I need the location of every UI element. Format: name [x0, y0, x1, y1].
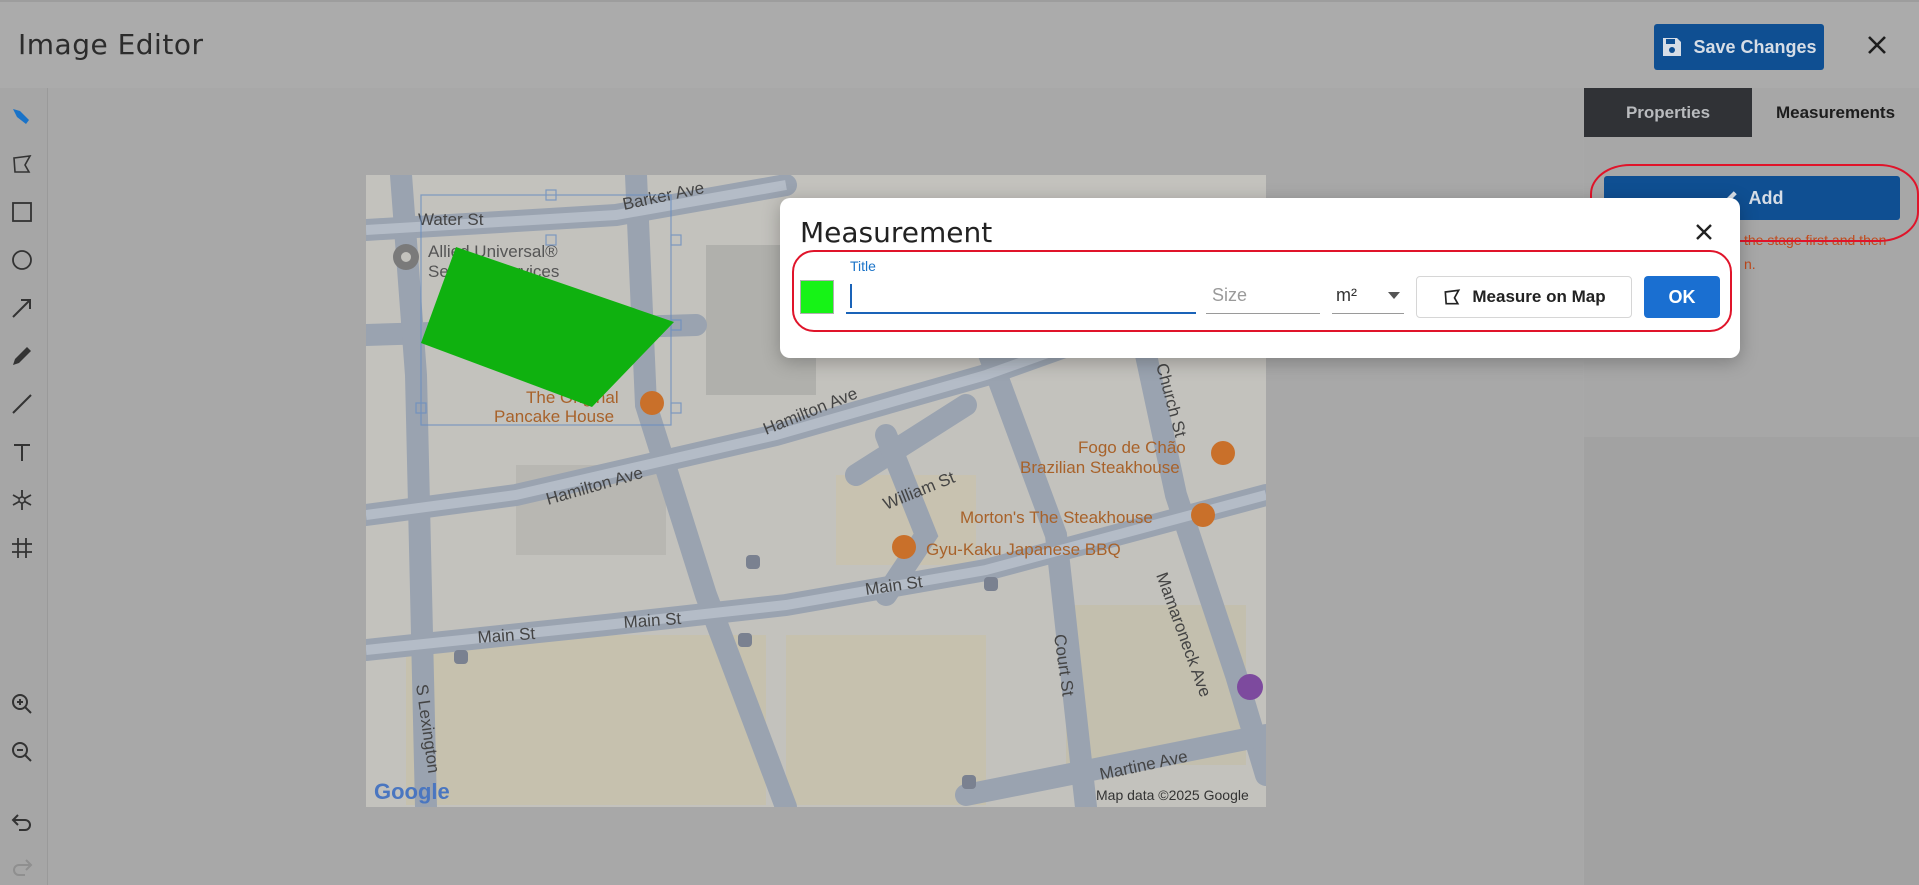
- google-logo: Google: [374, 779, 450, 804]
- save-changes-button[interactable]: Save Changes: [1654, 24, 1824, 70]
- chevron-down-icon: [1388, 292, 1400, 299]
- svg-text:Main St: Main St: [623, 609, 682, 632]
- svg-text:Brazilian Steakhouse: Brazilian Steakhouse: [1020, 458, 1180, 477]
- text-cursor: [850, 284, 852, 308]
- zoom-in-icon[interactable]: [8, 690, 36, 718]
- measure-on-map-label: Measure on Map: [1472, 287, 1606, 306]
- editor-header: Image Editor Save Changes: [0, 0, 1919, 88]
- line-icon[interactable]: [8, 390, 36, 418]
- measure-on-map-button[interactable]: Measure on Map: [1416, 276, 1632, 318]
- undo-icon[interactable]: [8, 808, 36, 836]
- close-icon[interactable]: [1862, 30, 1892, 60]
- svg-text:Water St: Water St: [418, 210, 484, 229]
- redo-icon[interactable]: [8, 853, 36, 881]
- grid-icon[interactable]: [8, 534, 36, 562]
- svg-text:Pancake House: Pancake House: [494, 407, 614, 426]
- polygon-icon: [1444, 289, 1461, 305]
- zoom-out-icon[interactable]: [8, 738, 36, 766]
- snowflake-icon[interactable]: [8, 486, 36, 514]
- unit-value: m²: [1336, 285, 1357, 305]
- circle-icon[interactable]: [8, 246, 36, 274]
- save-changes-label: Save Changes: [1693, 36, 1817, 57]
- close-icon[interactable]: [1692, 220, 1716, 244]
- tab-properties[interactable]: Properties: [1584, 88, 1752, 137]
- tab-measurements[interactable]: Measurements: [1752, 88, 1919, 137]
- polygon-icon[interactable]: [8, 150, 36, 178]
- svg-text:Gyu-Kaku Japanese BBQ: Gyu-Kaku Japanese BBQ: [926, 540, 1121, 559]
- svg-text:Main St: Main St: [477, 624, 536, 647]
- size-input[interactable]: [1206, 278, 1320, 314]
- save-icon: [1663, 38, 1682, 56]
- tool-sidebar: [0, 88, 48, 885]
- title-label: Title: [850, 258, 876, 274]
- pencil-icon[interactable]: [8, 342, 36, 370]
- page-title: Image Editor: [18, 28, 204, 61]
- svg-text:Fogo de Chão: Fogo de Chão: [1078, 438, 1186, 457]
- arrow-icon[interactable]: [8, 294, 36, 322]
- svg-text:Morton's The Steakhouse: Morton's The Steakhouse: [960, 508, 1153, 527]
- text-icon[interactable]: [8, 438, 36, 466]
- title-input[interactable]: [846, 278, 1196, 314]
- ok-button[interactable]: OK: [1644, 276, 1720, 318]
- rectangle-icon[interactable]: [8, 198, 36, 226]
- measurement-dialog: Measurement Title m² Measure on Map OK: [780, 198, 1740, 358]
- select-icon[interactable]: [8, 102, 36, 130]
- svg-text:Allied Universal®: Allied Universal®: [428, 242, 558, 261]
- dialog-title: Measurement: [800, 216, 993, 249]
- color-swatch[interactable]: [800, 280, 834, 314]
- map-attribution: Map data ©2025 Google: [1096, 787, 1249, 803]
